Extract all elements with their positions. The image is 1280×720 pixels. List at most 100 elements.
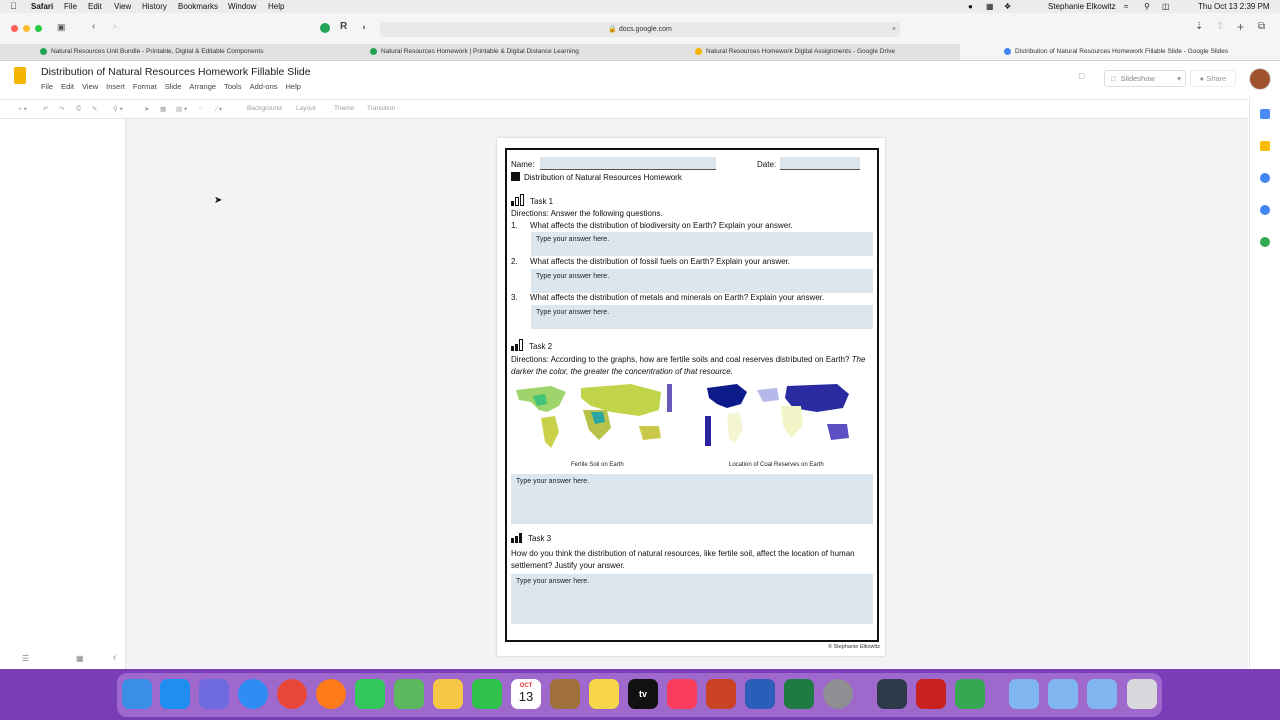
menu-tools[interactable]: Tools — [224, 82, 242, 91]
address-bar[interactable]: 🔒 docs.google.com × — [380, 22, 900, 37]
keep-icon[interactable] — [1260, 141, 1270, 151]
undo-icon[interactable]: ↶ — [43, 105, 48, 113]
launchpad-icon[interactable] — [199, 679, 229, 709]
layout-button[interactable]: Layout — [296, 105, 316, 112]
answer-box-2[interactable]: Type your answer here. — [531, 269, 873, 293]
zoom-icon[interactable]: ⚲ ▾ — [113, 105, 123, 113]
share-button[interactable]: ● Share — [1190, 70, 1236, 87]
apple-menu-icon[interactable]:  — [10, 0, 17, 13]
menubar-user[interactable]: Stephanie Elkowitz — [1048, 0, 1116, 13]
menubar-file[interactable]: File — [64, 0, 77, 13]
grid-view-icon[interactable]: ▦ — [76, 654, 84, 663]
avatar[interactable] — [1249, 68, 1271, 90]
maps-icon[interactable] — [394, 679, 424, 709]
menu-file[interactable]: File — [41, 82, 53, 91]
line-icon[interactable]: ∕ ▾ — [216, 105, 222, 113]
record-icon[interactable]: ● — [968, 0, 973, 13]
menu-format[interactable]: Format — [133, 82, 157, 91]
apple-tv-icon[interactable]: tv — [628, 679, 658, 709]
menubar-datetime[interactable]: Thu Oct 13 2:39 PM — [1198, 0, 1270, 13]
slide-canvas[interactable]: Name: Date: Distribution of Natural Reso… — [497, 138, 885, 656]
comment-icon[interactable]: □ — [1079, 71, 1084, 81]
image-icon[interactable]: ▧ ▾ — [176, 105, 187, 113]
menu-edit[interactable]: Edit — [61, 82, 74, 91]
tasks-icon[interactable] — [1260, 173, 1270, 183]
menubar-help[interactable]: Help — [268, 0, 284, 13]
word-icon[interactable] — [745, 679, 775, 709]
music-icon[interactable] — [667, 679, 697, 709]
chrome-icon[interactable] — [277, 679, 307, 709]
list-view-icon[interactable]: ☰ — [22, 654, 29, 663]
app-store-icon[interactable] — [160, 679, 190, 709]
answer-box-task3[interactable]: Type your answer here. — [511, 574, 873, 624]
menu-view[interactable]: View — [82, 82, 98, 91]
minimize-window-button[interactable] — [23, 25, 30, 32]
photos-icon[interactable] — [433, 679, 463, 709]
facetime-icon[interactable] — [472, 679, 502, 709]
new-slide-icon[interactable]: + ▾ — [18, 105, 27, 113]
tab-overview-icon[interactable]: ⧉ — [1258, 21, 1265, 32]
wifi-icon[interactable]: ≈ — [1124, 0, 1128, 13]
menubar-app-name[interactable]: Safari — [31, 0, 53, 13]
maps-icon[interactable] — [1260, 237, 1270, 247]
excel-icon[interactable] — [784, 679, 814, 709]
home-folder-icon[interactable] — [1048, 679, 1078, 709]
select-icon[interactable]: ➤ — [144, 105, 149, 113]
extension-r-icon[interactable]: R — [340, 21, 347, 32]
notes-icon[interactable] — [589, 679, 619, 709]
paint-format-icon[interactable]: ✎ — [92, 105, 97, 113]
privacy-icon[interactable]: ◐ — [362, 22, 367, 32]
calendar-icon[interactable]: OCT 13 — [511, 679, 541, 709]
slides-logo-icon[interactable] — [14, 67, 26, 84]
control-center-icon[interactable]: ◫ — [1162, 0, 1170, 13]
date-field[interactable] — [780, 157, 860, 170]
answer-box-3[interactable]: Type your answer here. — [531, 305, 873, 329]
close-icon[interactable]: × — [892, 22, 896, 37]
download-icon[interactable]: ⇣ — [1195, 21, 1203, 32]
grammarly-icon[interactable] — [320, 23, 330, 33]
menu-insert[interactable]: Insert — [106, 82, 125, 91]
shape-icon[interactable]: ○ — [199, 105, 203, 112]
menubar-window[interactable]: Window — [228, 0, 256, 13]
menu-help[interactable]: Help — [286, 82, 301, 91]
menubar-edit[interactable]: Edit — [88, 0, 102, 13]
tab-google-slides[interactable]: Distribution of Natural Resources Homewo… — [960, 44, 1280, 60]
powerpoint-icon[interactable] — [706, 679, 736, 709]
background-button[interactable]: Background — [247, 105, 282, 112]
trash-icon[interactable] — [1127, 679, 1157, 709]
theme-button[interactable]: Theme — [334, 105, 354, 112]
answer-box-task2[interactable]: Type your answer here. — [511, 474, 873, 524]
calendar-icon[interactable] — [1260, 109, 1270, 119]
firefox-icon[interactable] — [316, 679, 346, 709]
menu-slide[interactable]: Slide — [165, 82, 182, 91]
answer-box-1[interactable]: Type your answer here. — [531, 232, 873, 256]
redo-icon[interactable]: ↷ — [59, 105, 64, 113]
tab-google-drive[interactable]: Natural Resources Homework Digital Assig… — [695, 44, 955, 60]
filmstrip-panel[interactable]: ☰ ▦ ‹ — [0, 119, 126, 669]
folder-icon[interactable] — [1009, 679, 1039, 709]
quicktime-icon[interactable] — [877, 679, 907, 709]
messages-icon[interactable] — [355, 679, 385, 709]
new-tab-icon[interactable]: + — [1237, 20, 1244, 34]
menu-arrange[interactable]: Arrange — [189, 82, 216, 91]
zoom-window-button[interactable] — [35, 25, 42, 32]
close-window-button[interactable] — [11, 25, 18, 32]
search-icon[interactable]: ⚲ — [1144, 0, 1150, 13]
menubar-bookmarks[interactable]: Bookmarks — [178, 0, 218, 13]
tab-homework[interactable]: Natural Resources Homework | Printable &… — [370, 44, 660, 60]
screenshot-icon[interactable]: ▦ — [986, 0, 994, 13]
sidebar-icon[interactable]: ▣ — [57, 22, 66, 33]
menu-add-ons[interactable]: Add-ons — [250, 82, 278, 91]
menubar-history[interactable]: History — [142, 0, 167, 13]
collapse-panel-icon[interactable]: ‹ — [113, 652, 116, 663]
forward-icon[interactable]: › — [113, 21, 116, 32]
slideshow-button[interactable]: □ Slideshow ▾ — [1104, 70, 1186, 87]
text-box-icon[interactable]: ▦ — [160, 105, 166, 113]
transition-button[interactable]: Transition — [367, 105, 395, 112]
system-preferences-icon[interactable] — [823, 679, 853, 709]
safari-icon[interactable] — [238, 679, 268, 709]
downloads-folder-icon[interactable] — [1087, 679, 1117, 709]
tab-unit-bundle[interactable]: Natural Resources Unit Bundle - Printabl… — [40, 44, 330, 60]
print-icon[interactable]: ⎙ — [76, 105, 81, 113]
contacts-icon[interactable] — [1260, 205, 1270, 215]
